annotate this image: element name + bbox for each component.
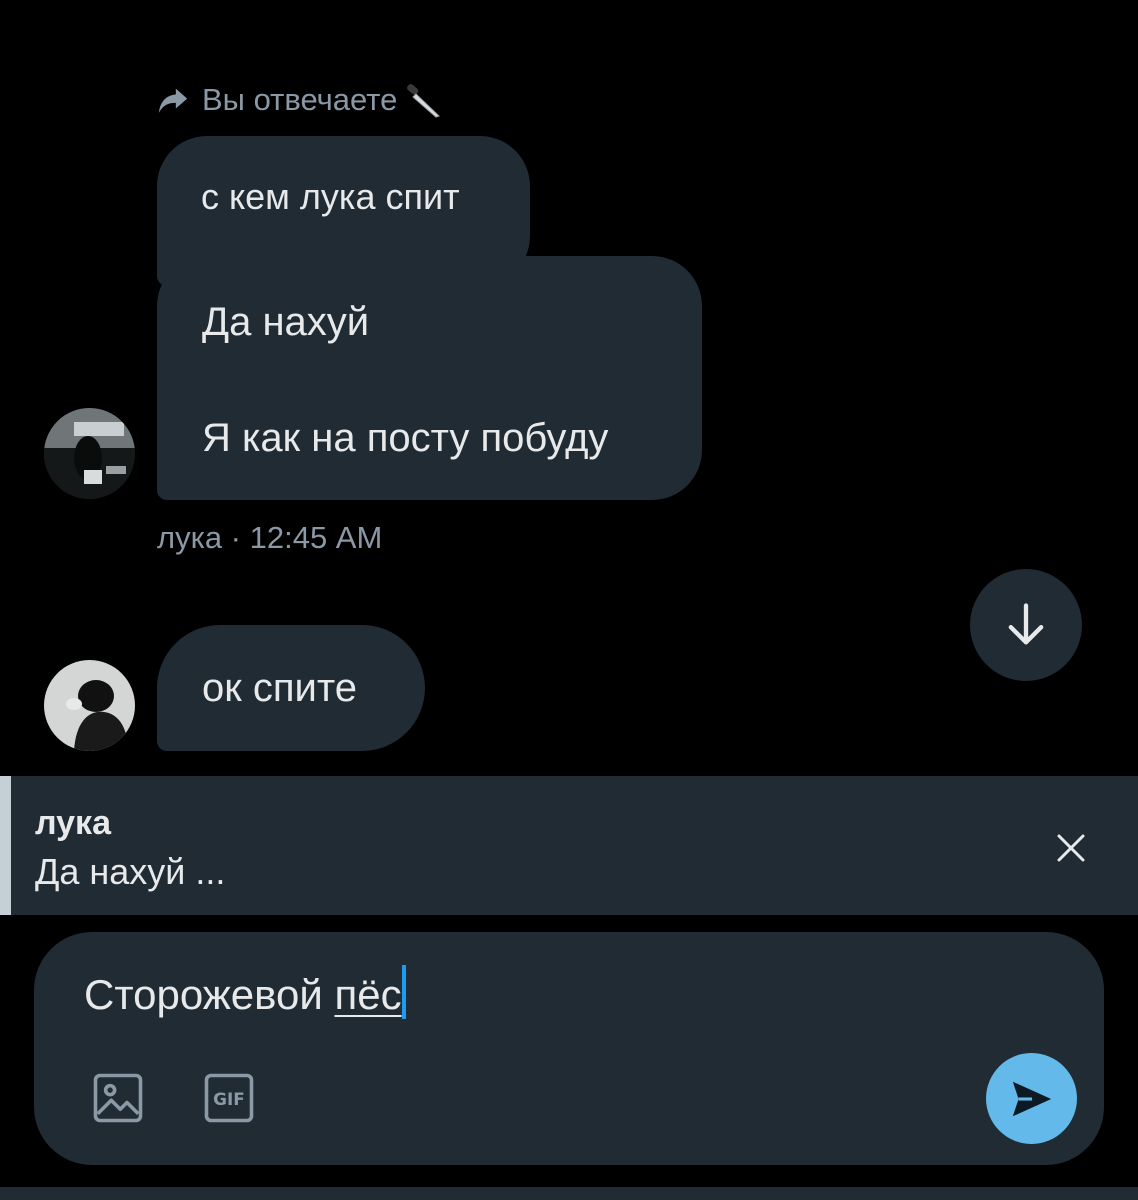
scroll-to-bottom-button[interactable]	[970, 569, 1082, 681]
reply-arrow-icon	[158, 88, 188, 113]
gif-icon: GIF	[204, 1073, 254, 1123]
reply-preview-text: Да нахуй ...	[35, 851, 226, 892]
reply-context-label: Вы отвечаете	[202, 82, 398, 117]
add-media-button[interactable]	[91, 1071, 145, 1125]
cancel-reply-button[interactable]	[1045, 822, 1097, 874]
send-icon	[1012, 1081, 1051, 1116]
message-input[interactable]: Сторожевой пёс	[84, 965, 406, 1023]
close-icon	[1057, 834, 1085, 862]
message-line: Да нахуй	[202, 300, 370, 344]
message-bubble[interactable]: ок спите	[157, 625, 425, 751]
send-button[interactable]	[986, 1053, 1077, 1144]
reply-preview-name: лука	[35, 804, 111, 842]
reply-context: Вы отвечаете	[156, 78, 443, 122]
arrow-down-icon	[1008, 603, 1044, 645]
message-meta: лука · 12:45 AM	[157, 520, 383, 555]
text-caret	[401, 965, 406, 1019]
avatar[interactable]	[44, 660, 135, 751]
message-text: ок спите	[202, 666, 357, 710]
avatar-image	[44, 408, 135, 499]
message-input-composing-text: пёс	[334, 971, 402, 1018]
add-gif-button[interactable]: GIF	[202, 1071, 256, 1125]
quoted-message-text: с кем лука спит	[201, 176, 460, 217]
message-line: Я как на посту побуду	[202, 416, 609, 460]
avatar[interactable]	[44, 408, 135, 499]
avatar-image	[44, 660, 135, 751]
reply-preview-banner	[0, 776, 1138, 915]
message-input-text: Сторожевой	[84, 971, 335, 1018]
svg-text:GIF: GIF	[213, 1089, 245, 1109]
bottom-bar	[0, 1187, 1138, 1200]
message-bubble[interactable]: Да нахуй Я как на посту побуду	[157, 256, 702, 500]
reply-preview-accent	[0, 776, 11, 915]
knife-emoji-icon	[407, 84, 441, 118]
image-icon	[93, 1073, 143, 1123]
